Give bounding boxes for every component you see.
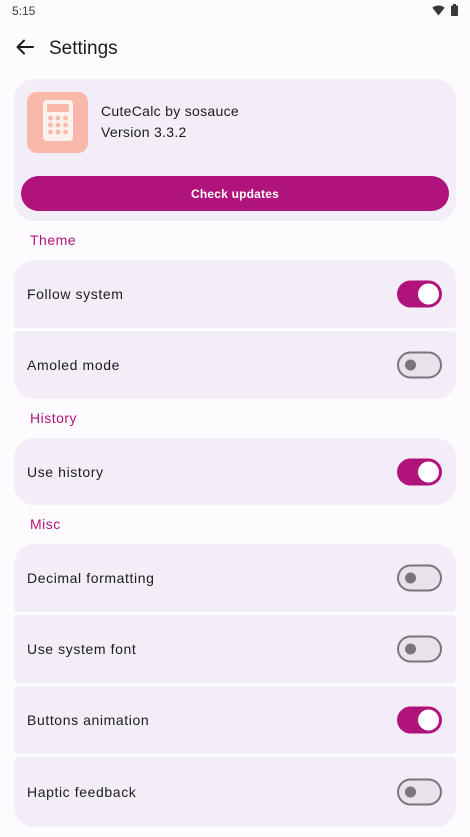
follow-system-switch[interactable] bbox=[397, 280, 442, 308]
status-time: 5:15 bbox=[12, 4, 36, 18]
app-info-card: CuteCalc by sosauce Version 3.3.2 Check … bbox=[14, 79, 456, 221]
battery-icon bbox=[451, 4, 458, 19]
amoled-mode-switch[interactable] bbox=[397, 351, 442, 379]
arrow-back-icon bbox=[16, 39, 34, 60]
status-icons bbox=[432, 4, 458, 19]
setting-item-use-system-font[interactable]: Use system font bbox=[14, 615, 456, 683]
setting-label: Amoled mode bbox=[27, 357, 120, 373]
decimal-formatting-switch[interactable] bbox=[397, 564, 442, 592]
switch-thumb bbox=[418, 283, 439, 305]
setting-label: Decimal formatting bbox=[27, 570, 155, 586]
setting-item-use-history[interactable]: Use history bbox=[14, 438, 456, 505]
switch-thumb bbox=[418, 461, 439, 482]
use-system-font-switch[interactable] bbox=[397, 635, 442, 663]
status-bar: 5:15 bbox=[0, 0, 470, 22]
switch-thumb bbox=[418, 709, 439, 731]
calculator-icon bbox=[42, 99, 73, 146]
section-title-history: History bbox=[30, 410, 78, 426]
app-version: Version 3.3.2 bbox=[101, 124, 187, 140]
setting-item-haptic-feedback[interactable]: Haptic feedback bbox=[14, 757, 456, 827]
setting-item-follow-system[interactable]: Follow system bbox=[14, 260, 456, 328]
section-title-theme: Theme bbox=[30, 232, 77, 248]
switch-thumb bbox=[405, 786, 416, 798]
check-updates-button[interactable]: Check updates bbox=[21, 176, 449, 211]
setting-label: Use system font bbox=[27, 641, 137, 657]
setting-item-amoled-mode[interactable]: Amoled mode bbox=[14, 331, 456, 399]
use-history-switch[interactable] bbox=[397, 458, 442, 485]
top-app-bar: Settings bbox=[0, 30, 470, 70]
setting-label: Use history bbox=[27, 463, 104, 480]
setting-label: Buttons animation bbox=[27, 712, 150, 728]
haptic-feedback-switch[interactable] bbox=[397, 778, 442, 806]
setting-label: Follow system bbox=[27, 286, 124, 302]
app-icon bbox=[27, 92, 88, 153]
switch-thumb bbox=[405, 572, 416, 584]
switch-thumb bbox=[405, 643, 416, 655]
setting-item-decimal-formatting[interactable]: Decimal formatting bbox=[14, 544, 456, 612]
back-button[interactable] bbox=[12, 36, 38, 62]
section-title-misc: Misc bbox=[30, 516, 61, 532]
wifi-icon bbox=[432, 5, 445, 19]
buttons-animation-switch[interactable] bbox=[397, 706, 442, 734]
app-name: CuteCalc by sosauce bbox=[101, 103, 239, 119]
switch-thumb bbox=[405, 359, 416, 371]
setting-item-buttons-animation[interactable]: Buttons animation bbox=[14, 686, 456, 754]
page-title: Settings bbox=[49, 38, 118, 59]
setting-label: Haptic feedback bbox=[27, 784, 137, 800]
